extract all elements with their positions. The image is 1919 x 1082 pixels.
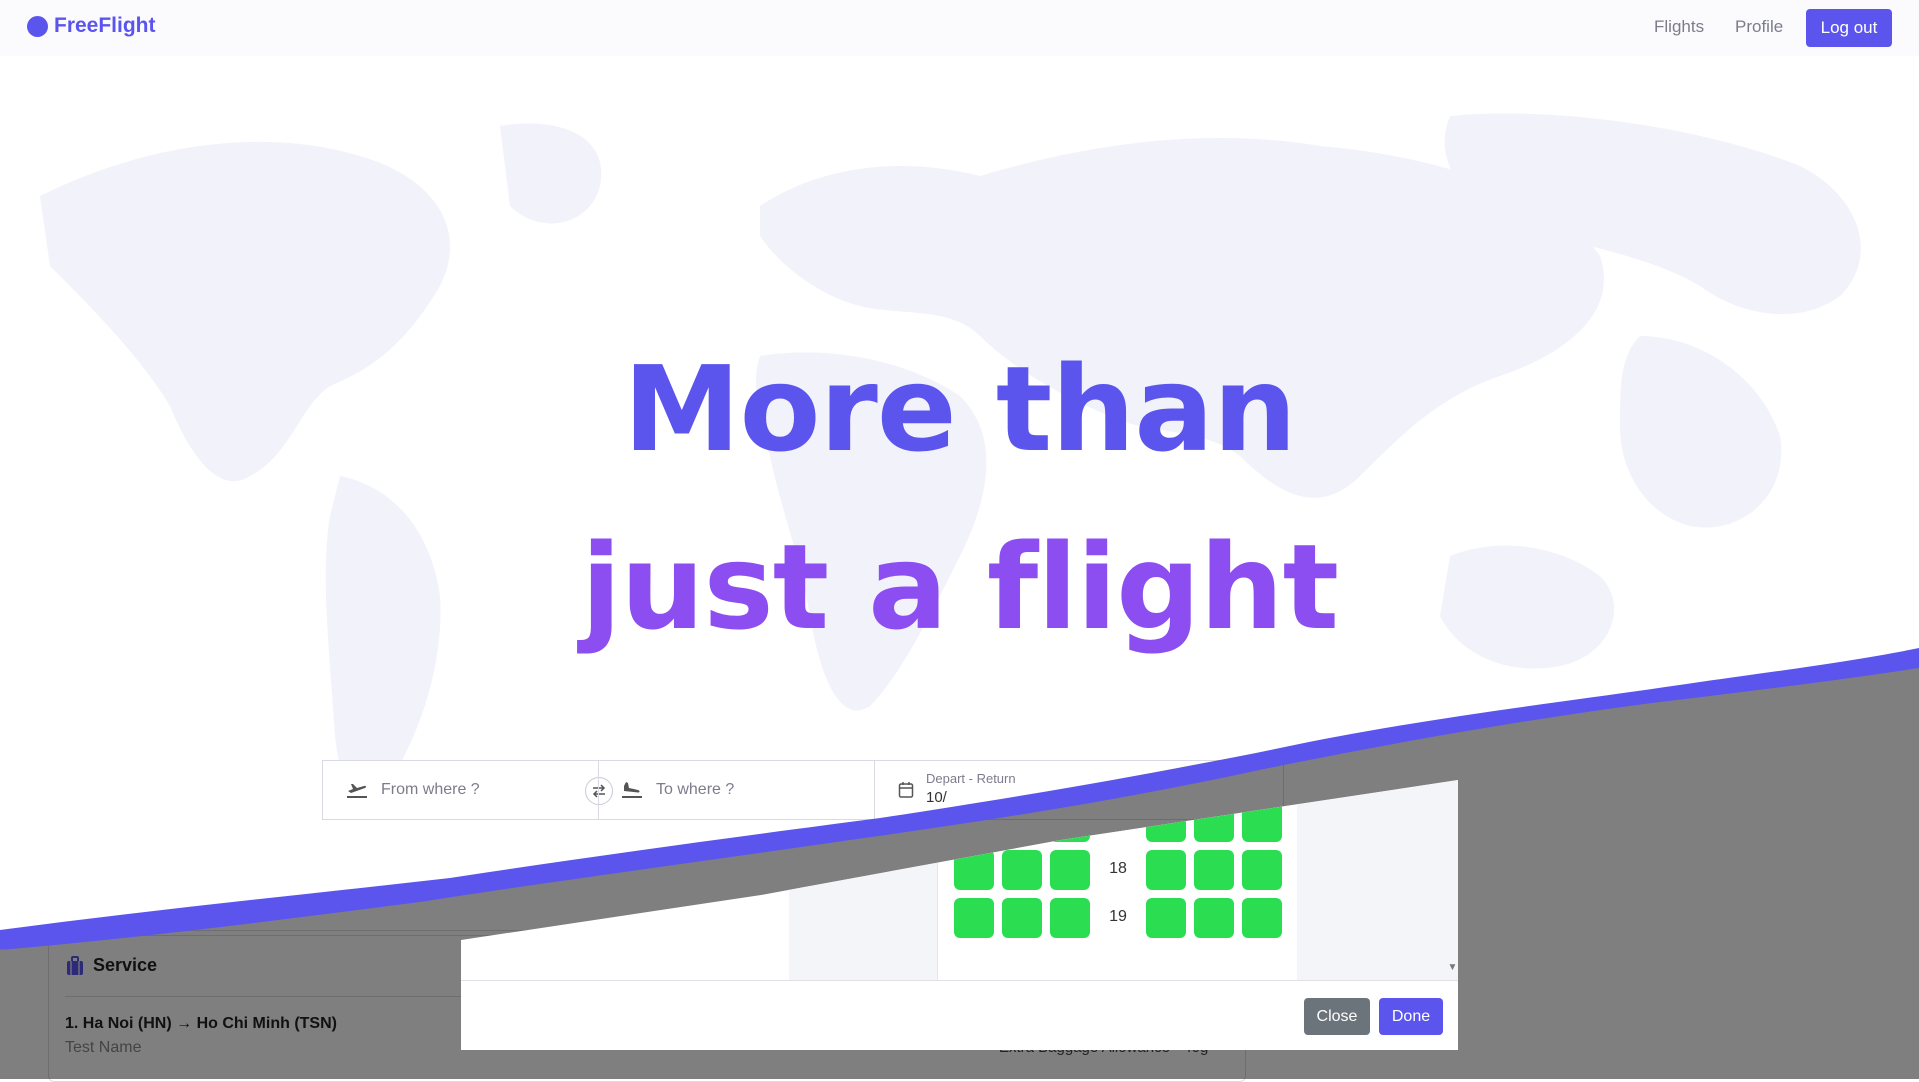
to-input[interactable]: To where ?	[656, 781, 734, 799]
seat-18[interactable]	[1242, 850, 1282, 890]
logo-circle-icon	[27, 15, 48, 37]
from-field[interactable]: From where ?	[345, 761, 480, 819]
landing-icon	[622, 782, 642, 798]
scroll-down-arrow-icon[interactable]: ▼	[1447, 962, 1458, 976]
row-number: 18	[1109, 860, 1127, 877]
seat-18[interactable]	[1194, 850, 1234, 890]
seat-19[interactable]	[1050, 898, 1090, 938]
hero-title-line2: just a flight	[581, 518, 1339, 656]
seat-19[interactable]	[1242, 898, 1282, 938]
hero-title-line1: More than	[623, 340, 1297, 478]
navbar: FreeFlight Flights Profile Log out	[0, 0, 1919, 56]
nav-link-flights[interactable]: Flights	[1654, 17, 1704, 37]
depart-return-label: Depart - Return	[926, 771, 1016, 786]
done-button[interactable]: Done	[1379, 998, 1443, 1035]
row-number: 19	[1109, 908, 1127, 925]
seat-19[interactable]	[954, 898, 994, 938]
field-divider	[874, 761, 875, 819]
seat-19[interactable]	[1002, 898, 1042, 938]
swap-arrows-icon	[592, 784, 606, 798]
swap-button[interactable]	[585, 777, 613, 805]
seat-18[interactable]	[1146, 850, 1186, 890]
brand-logo[interactable]: FreeFlight	[27, 14, 156, 38]
to-field[interactable]: To where ?	[620, 761, 734, 819]
seat-18[interactable]	[1050, 850, 1090, 890]
field-divider	[598, 761, 599, 819]
seat-19[interactable]	[1194, 898, 1234, 938]
from-input[interactable]: From where ?	[381, 781, 480, 799]
seat-18[interactable]	[1002, 850, 1042, 890]
logout-button[interactable]: Log out	[1806, 9, 1892, 47]
depart-return-value: 10/	[926, 789, 947, 806]
seat-19[interactable]	[1146, 898, 1186, 938]
close-button[interactable]: Close	[1304, 998, 1370, 1035]
date-field[interactable]	[898, 761, 914, 819]
brand-name: FreeFlight	[54, 14, 156, 37]
takeoff-icon	[347, 784, 367, 798]
modal-footer: Close Done	[461, 980, 1458, 1050]
nav-link-profile[interactable]: Profile	[1735, 17, 1783, 37]
calendar-icon	[898, 782, 914, 798]
